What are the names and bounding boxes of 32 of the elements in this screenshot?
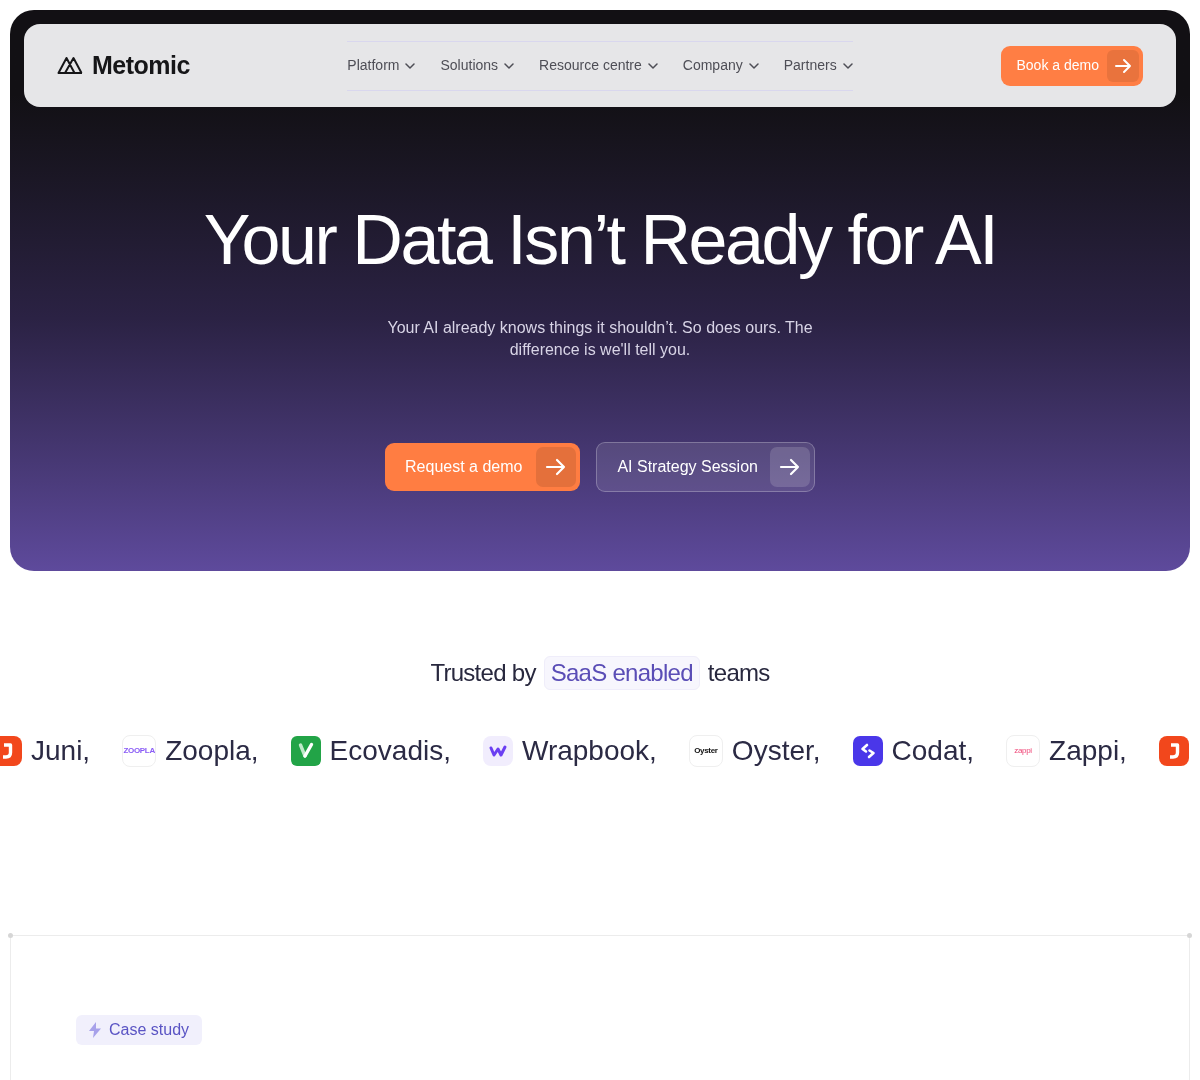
logo-wordmark: Oyster <box>688 735 723 767</box>
arrow-right-icon <box>536 447 577 487</box>
nav-link[interactable]: Solutions <box>440 55 515 76</box>
company-name: Ecovadis, <box>329 734 451 768</box>
cta-button[interactable]: AI Strategy Session <box>596 442 815 492</box>
brand-name[interactable]: Metomic <box>92 46 190 85</box>
company-name: Wrapbook, <box>521 734 657 768</box>
company-name: Codat, <box>891 734 975 768</box>
nav-link[interactable]: Platform <box>347 55 416 76</box>
nav-link[interactable]: Partners <box>783 55 853 76</box>
hero-subtitle: Your AI already knows things it shouldn’t. So does ours. The difference is we'll tell you. <box>386 318 814 360</box>
arrow-right-icon <box>769 447 810 487</box>
logo-wordmark: ZOOPLA <box>122 735 157 767</box>
company-name: Juni, <box>31 734 91 768</box>
logo-wordmark: zappi <box>1006 735 1041 767</box>
zigzag-logo-icon <box>482 736 513 766</box>
heading-text: teams <box>707 658 770 688</box>
brackets-logo-icon <box>852 736 883 766</box>
tick-logo-icon <box>290 736 321 766</box>
heading-text: Trusted by <box>430 658 536 688</box>
tag-label: Case study <box>109 1020 190 1040</box>
triangles-logo-icon <box>57 56 83 75</box>
company-name: Zoopla, <box>165 734 259 768</box>
lightning-icon <box>89 1022 101 1038</box>
nav-link[interactable]: Resource centre <box>539 55 658 76</box>
company-name: Oyster, <box>731 734 821 768</box>
highlight-tag: SaaS enabled <box>543 656 700 690</box>
nav-link[interactable]: Company <box>682 55 759 76</box>
hook-logo-icon <box>0 736 22 766</box>
arrow-right-icon <box>1107 49 1139 82</box>
company-name: Zappi, <box>1049 734 1127 768</box>
hook-logo-icon <box>1158 736 1189 766</box>
